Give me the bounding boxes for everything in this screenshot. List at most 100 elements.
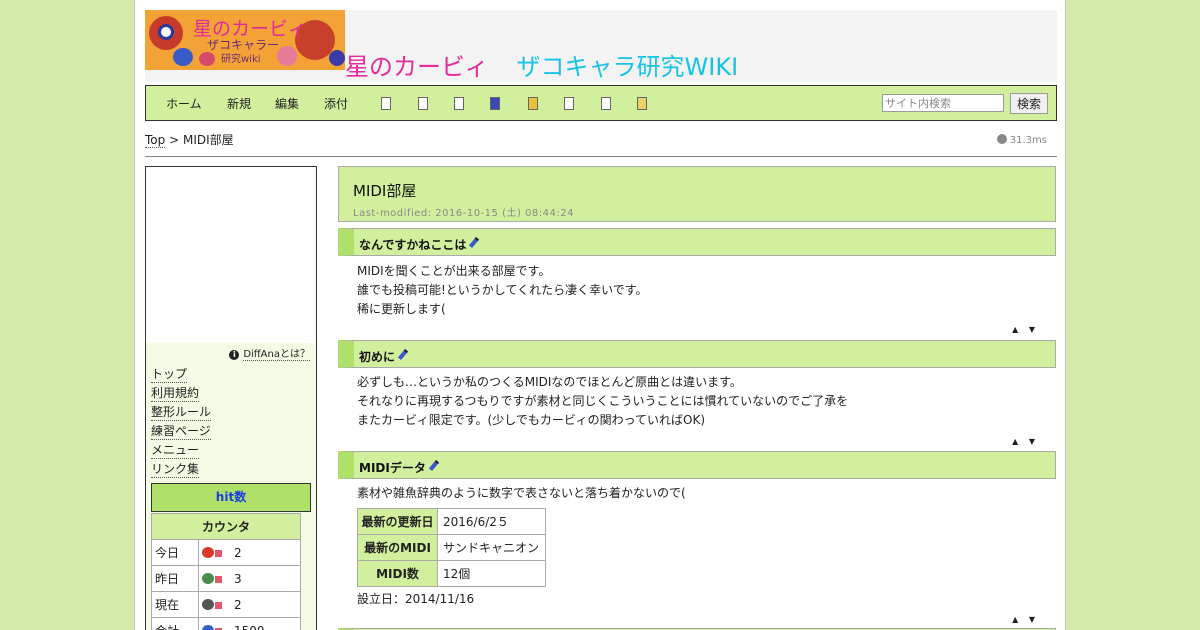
table-header-cell: 最新のMIDI <box>357 534 438 561</box>
recent-icon[interactable] <box>601 97 611 110</box>
last-modified: Last-modified: 2016-10-15 (土) 08:44:24 <box>353 208 574 219</box>
navbar: ホーム 新規 編集 添付 検索 <box>145 85 1057 121</box>
title-box: MIDI部屋 Last-modified: 2016-10-15 (土) 08:… <box>338 166 1056 222</box>
established-date: 設立日：2014/11/16 <box>357 592 475 606</box>
counter-value: 2 <box>234 545 242 560</box>
site-title-wiki: ザコキャラ研究WIKI <box>516 53 739 81</box>
help-icon[interactable] <box>637 97 647 110</box>
menu-item-practice[interactable]: 練習ページ <box>151 424 211 440</box>
eye-icon <box>158 24 174 40</box>
table-header-cell: 最新の更新日 <box>357 508 438 535</box>
section-title-text: 初めに <box>359 350 396 364</box>
kirby-icon <box>277 46 297 66</box>
list-icon[interactable] <box>564 97 574 110</box>
diff-icon[interactable] <box>418 97 428 110</box>
text-line: MIDIを聞くことが出来る部屋です。 <box>357 264 551 278</box>
main-content: MIDI部屋 Last-modified: 2016-10-15 (土) 08:… <box>338 166 1057 630</box>
table-row: 昨日 3 <box>151 565 301 592</box>
midi-data-table: 最新の更新日 2016/6/2５ 最新のMIDI サンドキャニオン MIDI数 12個 <box>357 508 546 587</box>
gauge-icon <box>996 134 1007 144</box>
copy-page-icon[interactable] <box>381 97 391 110</box>
text-line: 素材や雑魚辞典のように数字で表さないと落ち着かないので( <box>357 486 686 500</box>
counter-cell: 3 <box>198 565 301 592</box>
logo-subtext: 研究wiki <box>221 54 261 65</box>
section-heading: 初めに <box>338 340 1056 368</box>
search-button[interactable]: 検索 <box>1010 93 1048 114</box>
freeze-icon[interactable] <box>528 97 538 110</box>
menu-item-menu[interactable]: メニュー <box>151 443 200 459</box>
render-time: 31.3ms <box>996 134 1047 146</box>
paragraph: MIDIを聞くことが出来る部屋です。 誰でも投稿可能!というかしてくれたら凄く幸… <box>357 262 648 319</box>
menu-item-links[interactable]: リンク集 <box>151 462 200 478</box>
diffana-link[interactable]: i DiffAnaとは？ <box>229 345 310 361</box>
ad-space <box>146 167 316 343</box>
table-cell: 2016/6/2５ <box>437 508 546 535</box>
breadcrumb-top-link[interactable]: Top <box>145 133 166 148</box>
text-line: 誰でも投稿可能!というかしてくれたら凄く幸いです。 <box>357 283 648 297</box>
paragraph: 素材や雑魚辞典のように数字で表さないと落ち着かないので( <box>357 484 686 503</box>
section-heading: MIDIデータ <box>338 451 1056 479</box>
counter-cell: 2 <box>198 591 301 618</box>
enemy-icon <box>329 50 345 66</box>
page-title[interactable]: MIDI部屋 <box>353 180 416 201</box>
breadcrumb-current: MIDI部屋 <box>182 133 234 147</box>
counter-value: 2 <box>234 597 242 612</box>
site-logo[interactable]: 星のカービィ ザコキャラー 研究wiki <box>145 10 345 70</box>
table-row: 今日 2 <box>151 539 301 566</box>
info-icon: i <box>229 350 240 360</box>
table-row: 最新のMIDI サンドキャニオン <box>357 534 546 561</box>
header: 星のカービィ ザコキャラー 研究wiki 星のカービィ ザコキャラ研究WIKI <box>145 10 1057 82</box>
sparkle-icon <box>215 549 222 557</box>
counter-cell: 1500 <box>198 617 301 630</box>
nav-new[interactable]: 新規 <box>227 95 251 112</box>
counter-table: カウンタ 今日 2 昨日 3 現在 2 合計 1500 <box>151 513 301 630</box>
text-line: それなりに再現するつもりですが素材と同じくこういうことには慣れていないのでご了承… <box>357 394 849 408</box>
menu-item-top[interactable]: トップ <box>151 367 188 383</box>
text-line: 稀に更新します( <box>357 302 446 316</box>
nav-home[interactable]: ホーム <box>166 95 202 112</box>
nav-edit[interactable]: 編集 <box>275 95 299 112</box>
sparkle-icon <box>215 575 222 583</box>
menu-item-terms[interactable]: 利用規約 <box>151 386 200 402</box>
counter-label: 合計 <box>151 617 199 630</box>
waddle-doo-icon <box>202 572 214 584</box>
section-title-text: MIDIデータ <box>359 461 426 475</box>
section-title: なんですかねここは <box>359 236 480 253</box>
render-time-value: 31.3ms <box>1009 135 1047 146</box>
enemy-icon <box>199 52 215 66</box>
nav-attach[interactable]: 添付 <box>324 95 348 112</box>
pencil-edit-icon[interactable] <box>469 237 480 248</box>
site-title[interactable]: 星のカービィ ザコキャラ研究WIKI <box>345 47 738 82</box>
section-title-text: なんですかねここは <box>359 238 467 252</box>
text-line: 必ずしも…というか私のつくるMIDIなのでほとんど原曲とは違います。 <box>357 375 742 389</box>
bronto-icon <box>202 624 214 630</box>
table-row: 最新の更新日 2016/6/2５ <box>357 508 546 535</box>
table-cell: 12個 <box>437 560 546 587</box>
sidebar: i DiffAnaとは？ トップ 利用規約 整形ルール 練習ページ メニュー リン… <box>145 166 317 630</box>
gordo-icon <box>202 598 214 610</box>
pencil-edit-icon[interactable] <box>428 460 439 471</box>
paragraph: 必ずしも…というか私のつくるMIDIなのでほとんど原曲とは違います。 それなりに… <box>357 373 848 430</box>
pencil-edit-icon[interactable] <box>397 349 409 360</box>
page-scroll-arrows[interactable]: ▲ ▼ <box>1012 615 1039 624</box>
counter-value: 1500 <box>234 624 265 630</box>
section-heading: なんですかねここは <box>338 228 1056 256</box>
counter-cell: 2 <box>198 539 301 566</box>
divider <box>145 156 1057 157</box>
table-header-cell: MIDI数 <box>357 560 438 587</box>
sparkle-icon <box>215 601 222 609</box>
save-icon[interactable] <box>490 97 500 110</box>
section-title: 初めに <box>359 348 409 365</box>
waddle-dee-icon <box>202 546 214 558</box>
search-input[interactable] <box>882 94 1004 112</box>
backup-icon[interactable] <box>454 97 464 110</box>
page-wrapper: 星のカービィ ザコキャラー 研究wiki 星のカービィ ザコキャラ研究WIKI ホ… <box>134 0 1066 630</box>
table-row: 現在 2 <box>151 591 301 618</box>
menu-item-format-rules[interactable]: 整形ルール <box>151 405 212 421</box>
table-cell: サンドキャニオン <box>437 534 546 561</box>
page-scroll-arrows[interactable]: ▲ ▼ <box>1012 437 1039 446</box>
text-line: またカービィ限定です。(少しでもカービィの関わっていればOK) <box>357 413 706 427</box>
page-scroll-arrows[interactable]: ▲ ▼ <box>1012 325 1039 334</box>
breadcrumb: Top > MIDI部屋 <box>145 131 234 148</box>
gordo-icon <box>173 48 193 66</box>
